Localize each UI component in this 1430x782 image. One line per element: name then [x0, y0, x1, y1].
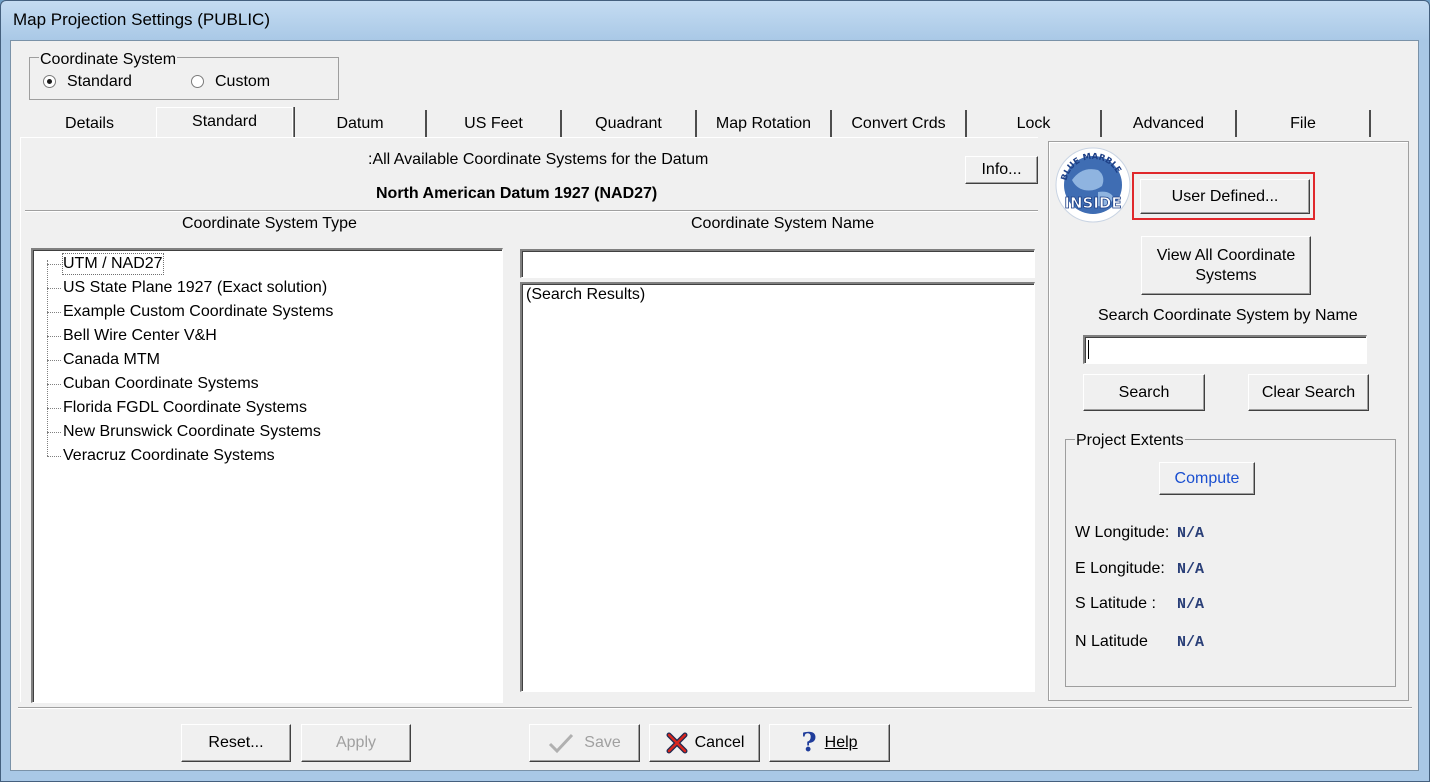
cancel-button[interactable]: Cancel	[649, 724, 760, 762]
e-longitude-value: N/A	[1177, 561, 1205, 578]
w-longitude-value: N/A	[1177, 525, 1205, 542]
project-extents-legend: Project Extents	[1075, 432, 1185, 450]
help-button-label: Help	[824, 734, 858, 751]
tab-details[interactable]: Details	[22, 110, 157, 137]
close-icon	[666, 732, 688, 754]
tab-quadrant[interactable]: Quadrant	[562, 110, 697, 137]
tab-standard[interactable]: Standard	[156, 107, 293, 138]
apply-button-label: Apply	[335, 734, 377, 751]
clear-search-button-label: Clear Search	[1261, 383, 1356, 401]
panel-divider	[25, 210, 1038, 212]
tree-item-label: Cuban Coordinate Systems	[63, 375, 259, 392]
radio-custom-label[interactable]: Custom	[215, 72, 270, 92]
tree-item-label: Florida FGDL Coordinate Systems	[63, 399, 307, 416]
blue-marble-logo: BLUE MARBLE INSIDE	[1055, 147, 1131, 223]
n-latitude-value: N/A	[1177, 634, 1205, 651]
info-button[interactable]: Info...	[965, 156, 1038, 184]
help-button[interactable]: ? Help	[769, 724, 890, 762]
view-all-button[interactable]: View All Coordinate Systems	[1141, 236, 1311, 295]
name-header: Coordinate System Name	[691, 215, 875, 232]
user-defined-button[interactable]: User Defined...	[1140, 179, 1310, 214]
tree-item[interactable]: UTM / NAD27	[33, 253, 473, 275]
tree-item-label: Canada MTM	[63, 351, 160, 368]
radio-standard-label[interactable]: Standard	[67, 72, 132, 92]
s-latitude-value: N/A	[1177, 596, 1205, 613]
info-button-label: Info...	[981, 161, 1022, 178]
view-all-label-line1: View All Coordinate	[1156, 246, 1296, 264]
n-latitude-label: N Latitude	[1075, 633, 1148, 650]
search-caret	[1088, 340, 1089, 359]
search-button[interactable]: Search	[1083, 374, 1205, 411]
tree-item[interactable]: US State Plane 1927 (Exact solution)	[33, 278, 473, 298]
cancel-button-label: Cancel	[694, 734, 745, 751]
checkmark-icon	[549, 733, 574, 754]
type-header: Coordinate System Type	[182, 215, 357, 232]
s-latitude-label: S Latitude :	[1075, 595, 1156, 612]
reset-button-label: Reset...	[208, 734, 264, 751]
window-title: Map Projection Settings (PUBLIC)	[13, 10, 270, 29]
svg-text:INSIDE: INSIDE	[1064, 194, 1121, 212]
apply-button[interactable]: Apply	[301, 724, 411, 762]
clear-search-button[interactable]: Clear Search	[1248, 374, 1369, 411]
tab-us-feet[interactable]: US Feet	[427, 110, 562, 137]
tree-item-label: New Brunswick Coordinate Systems	[63, 423, 321, 440]
view-all-label-line2: Systems	[1195, 266, 1257, 284]
radio-custom[interactable]	[191, 75, 204, 88]
tree-item[interactable]: Canada MTM	[33, 350, 473, 370]
tree-item[interactable]: Veracruz Coordinate Systems	[33, 446, 473, 466]
question-mark-icon: ?	[801, 728, 817, 758]
reset-button[interactable]: Reset...	[181, 724, 291, 762]
tree-item[interactable]: Bell Wire Center V&H	[33, 326, 473, 346]
tree-item-label: Example Custom Coordinate Systems	[63, 303, 334, 320]
available-systems-label: :All Available Coordinate Systems for th…	[368, 151, 709, 168]
tree-item-label: UTM / NAD27	[62, 253, 164, 275]
search-input[interactable]	[1083, 335, 1367, 364]
tree-item[interactable]: Cuban Coordinate Systems	[33, 374, 473, 394]
w-longitude-label: W Longitude:	[1075, 524, 1170, 541]
datum-name: North American Datum 1927 (NAD27)	[376, 185, 658, 202]
coordinate-system-name-list[interactable]: (Search Results)	[520, 282, 1035, 692]
footer-divider	[18, 707, 1412, 709]
search-results-label: (Search Results)	[526, 286, 646, 303]
compute-button[interactable]: Compute	[1159, 462, 1255, 495]
tree-item-label: Veracruz Coordinate Systems	[63, 447, 275, 464]
search-button-label: Search	[1118, 383, 1170, 401]
user-defined-label: User Defined...	[1171, 187, 1279, 205]
tab-advanced[interactable]: Advanced	[1102, 110, 1237, 137]
coordinate-system-legend: Coordinate System	[39, 51, 178, 69]
tree-item[interactable]: Florida FGDL Coordinate Systems	[33, 398, 473, 418]
tree-item[interactable]: Example Custom Coordinate Systems	[33, 302, 473, 322]
search-by-name-label: Search Coordinate System by Name	[1098, 307, 1358, 324]
tree-item-label: Bell Wire Center V&H	[63, 327, 217, 344]
radio-standard[interactable]	[43, 75, 56, 88]
tab-file[interactable]: File	[1237, 110, 1371, 137]
e-longitude-label: E Longitude:	[1075, 560, 1165, 577]
tree-item-label: US State Plane 1927 (Exact solution)	[63, 279, 328, 296]
tab-lock[interactable]: Lock	[967, 110, 1102, 137]
tree-item[interactable]: New Brunswick Coordinate Systems	[33, 422, 473, 442]
name-filter-input[interactable]	[520, 249, 1035, 278]
save-button[interactable]: Save	[529, 724, 640, 762]
save-button-label: Save	[584, 734, 621, 751]
compute-button-label: Compute	[1174, 469, 1240, 487]
coordinate-system-type-tree[interactable]: UTM / NAD27 US State Plane 1927 (Exact s…	[31, 248, 503, 703]
tab-map-rotation[interactable]: Map Rotation	[697, 110, 832, 137]
tab-datum[interactable]: Datum	[295, 110, 427, 137]
tab-convert-crds[interactable]: Convert Crds	[832, 110, 967, 137]
